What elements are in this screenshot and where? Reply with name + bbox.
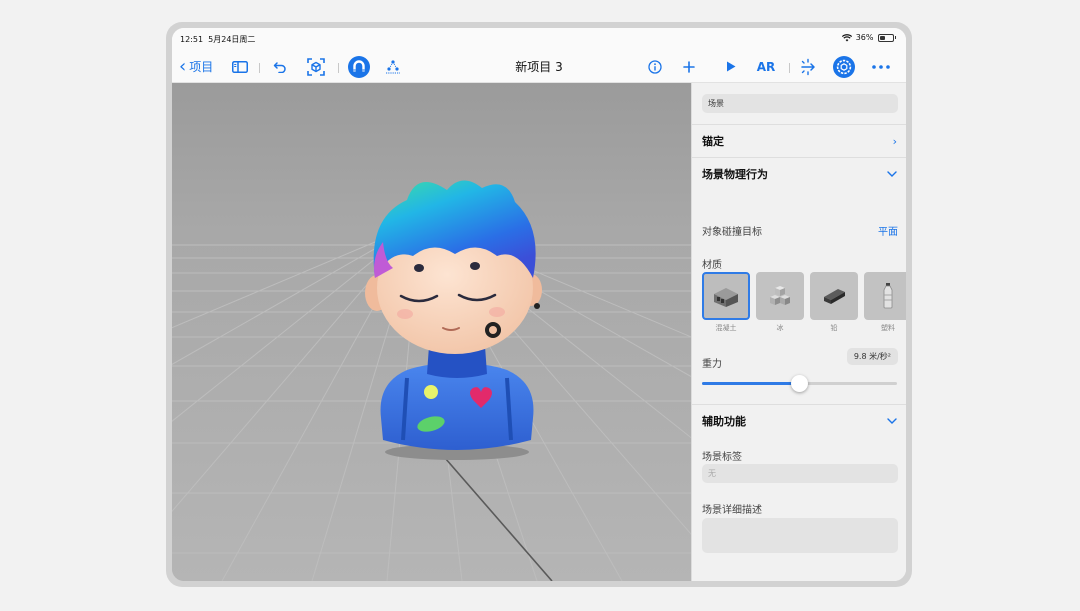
ipad-screen: 12:51 5月24日周二 36% 新项目 3 ‹ 项目 AR 场景 锚定 › …: [172, 28, 906, 581]
battery-icon: [877, 33, 894, 42]
scene-viewport[interactable]: [172, 83, 691, 581]
material-label: 材质: [702, 260, 722, 271]
accessibility-header[interactable]: 辅助功能: [692, 404, 906, 437]
scan-object-button[interactable]: [304, 50, 328, 83]
chevron-down-icon: [887, 171, 897, 177]
info-icon: [648, 59, 662, 74]
ar-mode-button[interactable]: AR: [754, 50, 778, 83]
material-lead[interactable]: 铅: [810, 272, 858, 334]
transform-gizmo-button[interactable]: [796, 50, 820, 83]
gravity-label: 重力: [702, 359, 722, 370]
scene-tag-label: 场景标签: [702, 452, 742, 463]
ipad-frame: 12:51 5月24日周二 36% 新项目 3 ‹ 项目 AR 场景 锚定 › …: [166, 22, 912, 587]
scene-description-input[interactable]: [702, 518, 898, 553]
ice-cubes-icon: [770, 286, 790, 305]
scene-settings-button[interactable]: [831, 50, 857, 83]
character-model[interactable]: [347, 178, 567, 478]
ellipsis-icon: [872, 64, 890, 69]
material-label-ice: 冰: [776, 324, 784, 332]
material-thumb: [864, 272, 906, 320]
play-button[interactable]: [722, 50, 740, 83]
chevron-right-icon: ›: [892, 134, 897, 148]
play-icon: [727, 61, 736, 72]
scene-physics-header[interactable]: 场景物理行为: [692, 157, 906, 190]
anchor-row[interactable]: 锚定 ›: [692, 124, 906, 157]
lead-ingot-icon: [824, 289, 845, 304]
status-date: 5月24日周二: [208, 35, 256, 44]
undo-button[interactable]: [270, 50, 290, 83]
more-options-button[interactable]: [869, 50, 893, 83]
material-thumb: [702, 272, 750, 320]
behaviors-icon: [386, 59, 400, 73]
magnet-icon: [348, 55, 370, 78]
scene-tag-input[interactable]: 无: [702, 464, 898, 483]
material-thumb: [756, 272, 804, 320]
chevron-left-icon: ‹: [179, 55, 187, 77]
battery-percent: 36%: [855, 33, 874, 42]
status-right: 36%: [841, 33, 896, 42]
material-ice[interactable]: 冰: [756, 272, 804, 334]
toolbar-separator: [259, 63, 260, 73]
wifi-icon: [841, 33, 852, 41]
battery-tip: [894, 36, 896, 39]
toolbar-separator: [338, 63, 339, 73]
scene-name-field[interactable]: 场景: [702, 94, 898, 113]
material-thumb: [810, 272, 858, 320]
plastic-bottle-icon: [883, 283, 893, 309]
gravity-value[interactable]: 9.8 米/秒²: [846, 348, 898, 365]
material-plastic[interactable]: 塑料: [864, 272, 906, 334]
material-concrete[interactable]: 混凝土: [702, 272, 750, 334]
magnet-snap-button[interactable]: [346, 50, 372, 83]
project-title[interactable]: 新项目 3: [515, 58, 562, 75]
sidebar-icon: [232, 60, 248, 73]
status-time-date: 12:51 5月24日周二: [180, 34, 255, 45]
status-time: 12:51: [180, 35, 204, 44]
material-label-lead: 铅: [830, 324, 838, 332]
material-picker: 混凝土 冰 铅 塑料: [702, 272, 906, 342]
undo-icon: [273, 61, 286, 73]
sidebar-toggle-button[interactable]: [230, 50, 250, 83]
status-bar: 12:51 5月24日周二 36%: [172, 28, 906, 50]
behaviors-button[interactable]: [382, 50, 404, 83]
back-to-projects-button[interactable]: ‹ 项目: [179, 50, 213, 83]
anchor-label: 锚定: [702, 135, 724, 148]
back-label: 项目: [189, 60, 214, 74]
plus-icon: [683, 60, 695, 73]
collision-target-label: 对象碰撞目标: [702, 227, 762, 238]
scene-gear-icon: [833, 55, 855, 78]
scan-cube-icon: [307, 57, 325, 76]
collision-target-value[interactable]: 平面: [878, 223, 898, 238]
scene-physics-label: 场景物理行为: [702, 168, 768, 181]
gravity-slider-thumb[interactable]: [791, 375, 808, 392]
concrete-block-icon: [714, 288, 738, 307]
move-arrows-icon: [801, 58, 815, 75]
toolbar-separator: [789, 63, 790, 73]
add-button[interactable]: [680, 50, 698, 83]
accessibility-label: 辅助功能: [702, 415, 746, 428]
toolbar: 新项目 3 ‹ 项目 AR: [172, 50, 906, 83]
chevron-down-icon: [887, 418, 897, 424]
scene-description-label: 场景详细描述: [702, 505, 762, 516]
properties-panel: 场景 锚定 › 场景物理行为 对象碰撞目标 平面 材质 混凝土 冰 铅 塑料 重…: [691, 83, 906, 581]
material-label-concrete: 混凝土: [715, 324, 737, 332]
material-label-plastic: 塑料: [881, 324, 895, 332]
gravity-slider-track[interactable]: [702, 375, 897, 392]
info-button[interactable]: [646, 50, 664, 83]
gravity-slider-fill: [702, 382, 800, 385]
